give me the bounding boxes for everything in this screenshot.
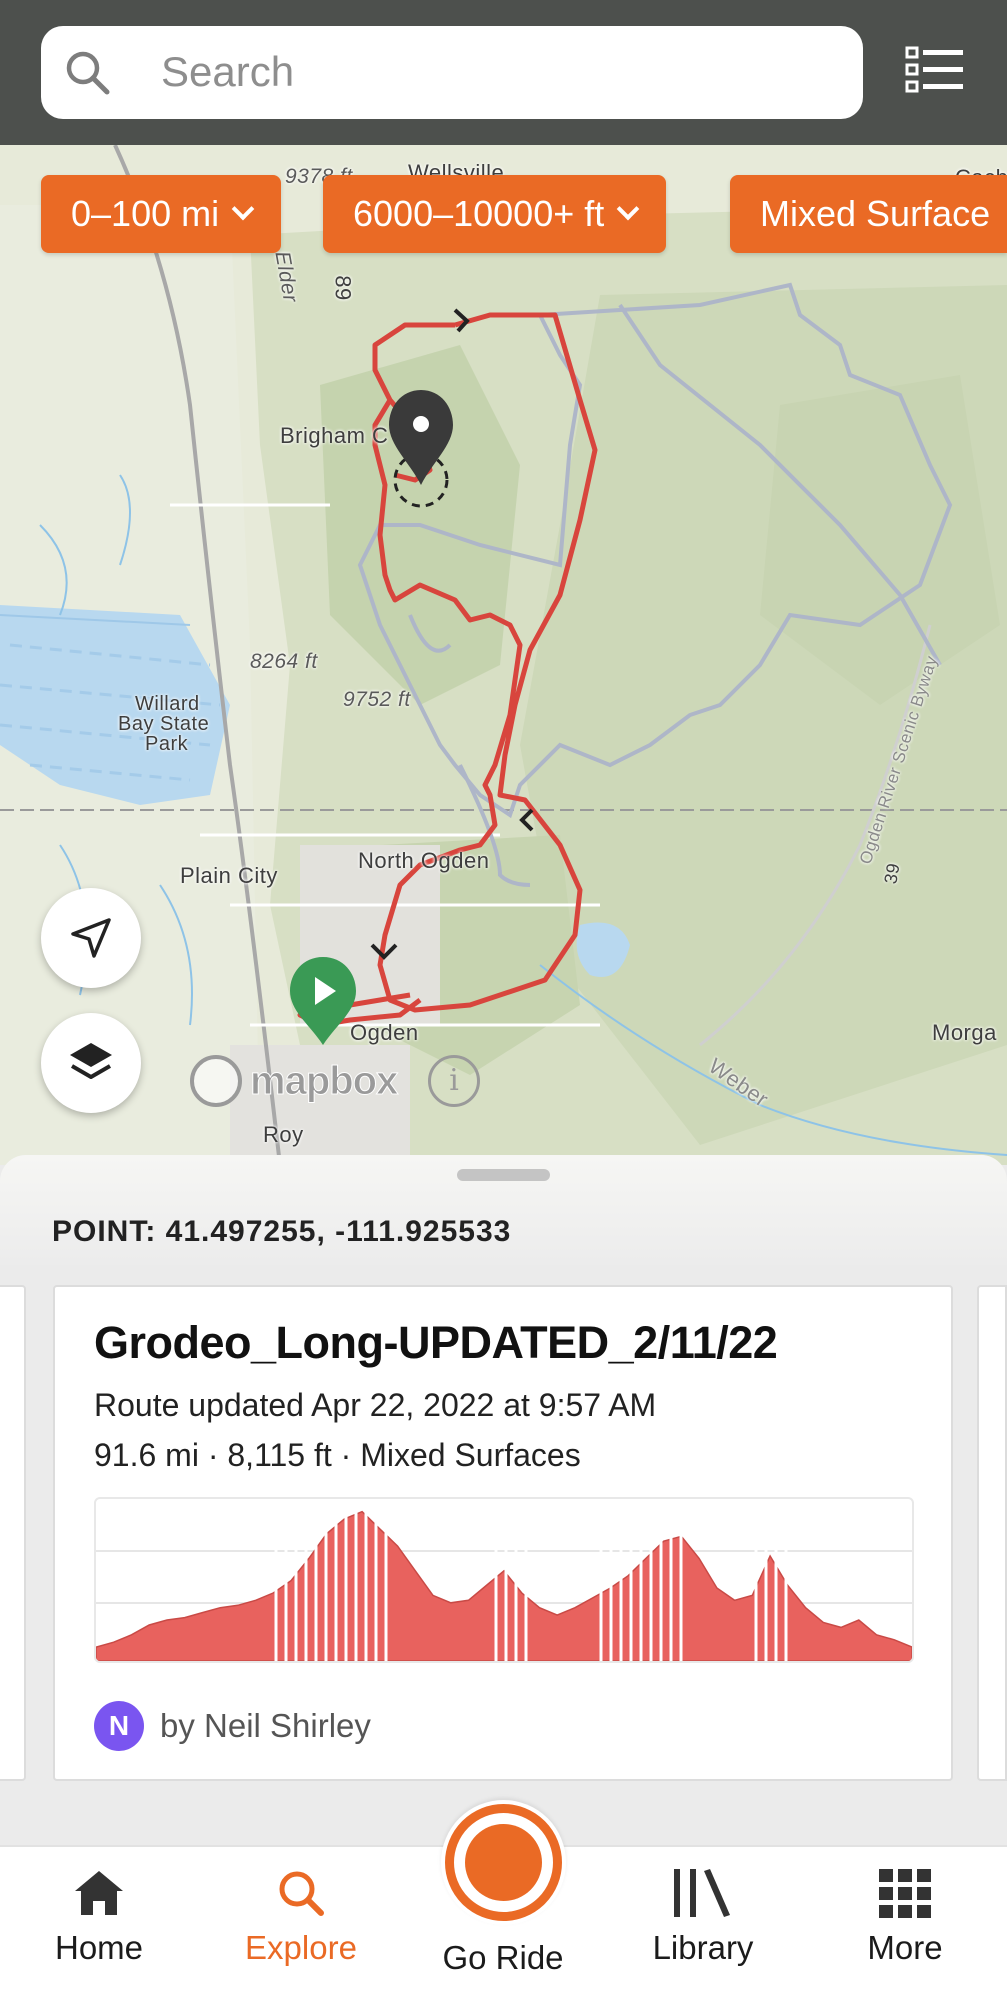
list-view-icon[interactable] xyxy=(905,44,965,96)
navigation-arrow-icon xyxy=(71,918,111,958)
mapbox-attribution: mapbox xyxy=(249,1058,398,1103)
route-card[interactable]: Grodeo_Long-UPDATED_2/11/22 Route update… xyxy=(53,1285,953,1781)
tab-explore-label: Explore xyxy=(245,1929,357,1966)
tab-library[interactable]: Library xyxy=(613,1867,793,1967)
search-placeholder: Search xyxy=(161,48,295,95)
tab-more-label: More xyxy=(867,1929,943,1966)
distance-filter-chip[interactable]: 0–100 mi xyxy=(41,175,282,253)
go-ride-button[interactable] xyxy=(441,1800,566,1925)
sheet-drag-handle[interactable] xyxy=(457,1169,550,1181)
search-input[interactable]: Search xyxy=(41,26,863,119)
my-location-button[interactable] xyxy=(41,888,141,988)
route-updated: Route updated Apr 22, 2022 at 9:57 AM xyxy=(94,1387,657,1423)
author-name: by Neil Shirley xyxy=(160,1707,371,1744)
map-label-brigham: Brigham C xyxy=(280,423,389,448)
mapbox-logo: mapbox xyxy=(190,1055,399,1107)
chevron-down-icon xyxy=(231,197,255,221)
elevation-filter-label: 6000–10000+ ft xyxy=(353,193,605,234)
tab-home-label: Home xyxy=(54,1929,144,1966)
next-route-card[interactable] xyxy=(977,1285,1007,1781)
map-label-ogden: Ogden xyxy=(350,1020,419,1045)
map-label-north-ogden: North Ogden xyxy=(358,848,490,873)
info-icon[interactable]: i xyxy=(428,1055,480,1107)
map-label-elev2: 9752 ft xyxy=(343,688,411,711)
mapbox-logo-icon xyxy=(190,1055,242,1107)
library-icon xyxy=(674,1869,730,1917)
map-label-hwy89: 89 xyxy=(330,275,356,301)
chevron-down-icon xyxy=(616,197,640,221)
surface-filter-chip[interactable]: Mixed Surface xyxy=(730,175,1007,253)
elevation-filter-chip[interactable]: 6000–10000+ ft xyxy=(323,175,667,253)
map-label-plain-city: Plain City xyxy=(180,863,278,888)
tab-home[interactable]: Home xyxy=(9,1867,189,1967)
map-label-morgan: Morga xyxy=(932,1020,997,1045)
map-label-elev1: 8264 ft xyxy=(250,650,318,673)
route-stats: 91.6 mi · 8,115 ft · Mixed Surfaces xyxy=(94,1437,581,1473)
layers-icon xyxy=(70,1043,112,1079)
point-coordinates: POINT: 41.497255, -111.925533 xyxy=(52,1215,512,1248)
tab-explore[interactable]: Explore xyxy=(211,1867,391,1967)
tab-library-label: Library xyxy=(652,1929,754,1966)
distance-filter-label: 0–100 mi xyxy=(71,193,220,234)
top-bar: Search xyxy=(0,0,1007,145)
bottom-sheet: POINT: 41.497255, -111.925533 Grodeo_Lon… xyxy=(0,1155,1007,1845)
search-icon xyxy=(66,51,110,95)
elevation-area xyxy=(96,1510,912,1661)
tab-more[interactable]: More xyxy=(815,1867,995,1967)
avatar: N xyxy=(94,1701,144,1751)
map-layers-button[interactable] xyxy=(41,1013,141,1113)
map-label-hwy39: 39 xyxy=(880,861,904,886)
home-icon xyxy=(75,1871,123,1915)
surface-filter-label: Mixed Surface xyxy=(760,193,991,234)
map-canvas xyxy=(0,145,1007,1165)
tab-go-ride-label: Go Ride xyxy=(442,1939,564,1976)
route-author[interactable]: N by Neil Shirley xyxy=(94,1701,371,1751)
record-icon xyxy=(465,1824,542,1901)
route-title: Grodeo_Long-UPDATED_2/11/22 xyxy=(94,1317,778,1368)
previous-route-card[interactable] xyxy=(0,1285,26,1781)
map-label-park: Park xyxy=(145,733,189,755)
map-label-roy: Roy xyxy=(263,1122,304,1147)
map-view[interactable]: 9378 ft Wellsville Cache Elder 89 Brigha… xyxy=(0,145,1007,1165)
elevation-profile-svg xyxy=(96,1499,912,1661)
search-icon xyxy=(279,1871,324,1916)
elevation-profile-chart xyxy=(94,1497,914,1663)
grid-icon xyxy=(879,1869,931,1918)
